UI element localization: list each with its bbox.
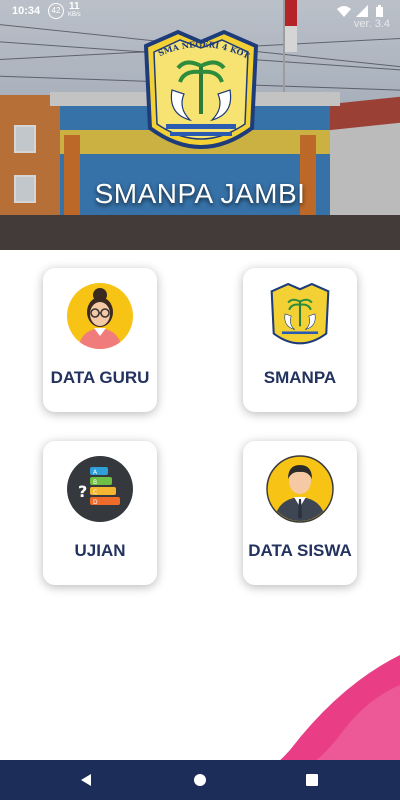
menu-label-data-guru: DATA GURU: [50, 368, 150, 387]
network-speed-unit: KB/s: [68, 12, 81, 18]
exam-icon: ? A B C D: [67, 456, 133, 522]
status-time: 10:34: [12, 5, 41, 17]
svg-text:?: ?: [78, 482, 87, 501]
home-icon[interactable]: [194, 774, 206, 786]
school-emblem-icon: SMA NEGERI 4 KOTA JAMBI: [138, 28, 259, 149]
recent-apps-icon[interactable]: [306, 774, 318, 786]
network-speed: 11 KB/s: [68, 2, 81, 20]
menu-card-ujian[interactable]: ? A B C D UJIAN: [43, 441, 157, 585]
header-banner: SMA NEGERI 4 KOTA JAMBI SMANPA JAMBI: [0, 0, 400, 250]
teacher-icon: [67, 283, 133, 349]
status-icons: [337, 5, 383, 17]
signal-icon: [356, 5, 368, 17]
status-bar: 10:34 42 11 KB/s ver. 3.4: [0, 0, 400, 31]
battery-icon: [376, 5, 383, 17]
system-nav-bar: [0, 760, 400, 800]
school-emblem-icon: [270, 282, 330, 345]
app-version: ver. 3.4: [353, 18, 390, 30]
notification-badge: 42: [48, 3, 64, 19]
svg-text:C: C: [93, 489, 97, 496]
menu-card-data-siswa[interactable]: DATA SISWA: [243, 441, 357, 585]
svg-text:B: B: [93, 479, 97, 486]
menu-label-ujian: UJIAN: [74, 541, 126, 560]
menu-card-smanpa[interactable]: SMANPA: [243, 268, 357, 412]
menu-label-smanpa: SMANPA: [263, 368, 337, 387]
menu-card-data-guru[interactable]: DATA GURU: [43, 268, 157, 412]
menu-label-data-siswa: DATA SISWA: [248, 541, 352, 560]
network-speed-value: 11: [69, 1, 80, 12]
school-title: SMANPA JAMBI: [94, 178, 306, 209]
svg-text:D: D: [93, 499, 98, 506]
student-icon: [266, 455, 334, 523]
back-icon[interactable]: [80, 773, 92, 787]
wifi-icon: [337, 6, 351, 17]
